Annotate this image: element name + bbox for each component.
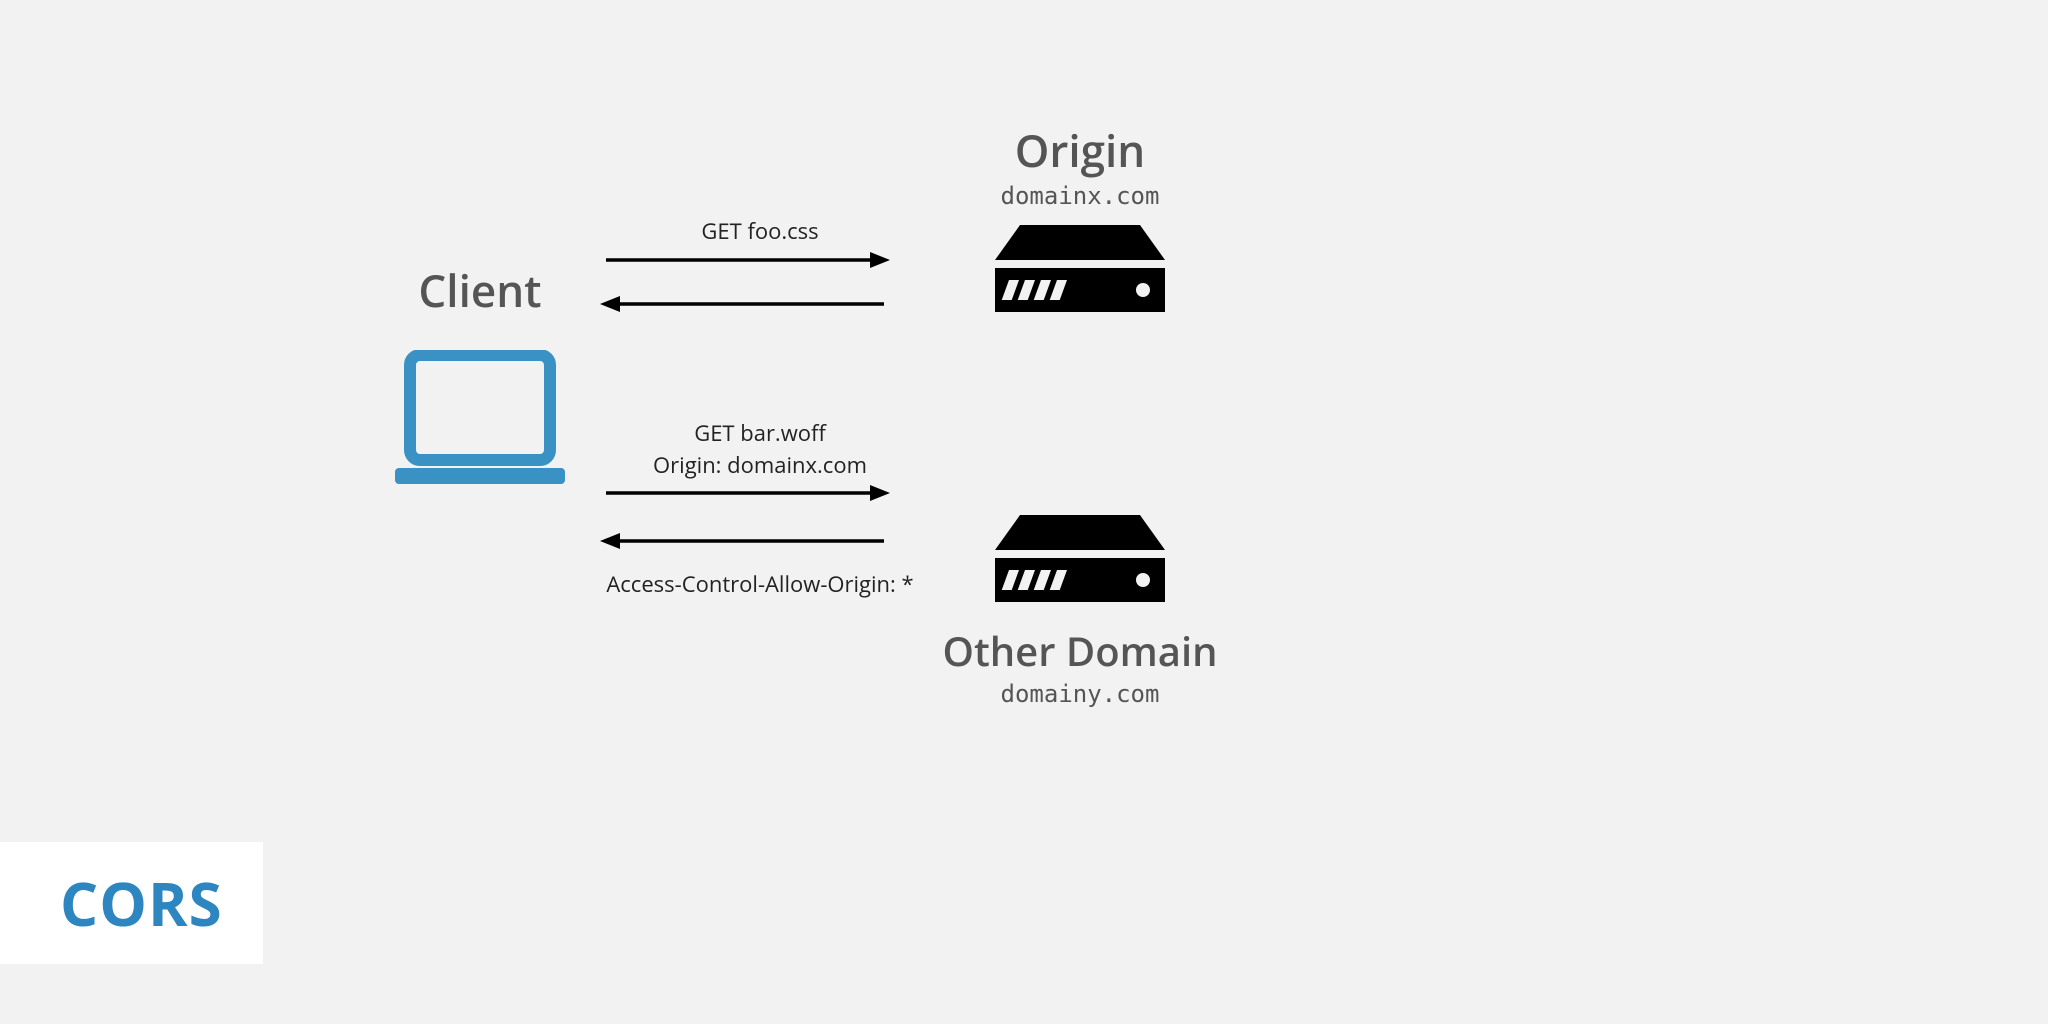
origin-subtitle: domainx.com [940, 182, 1220, 210]
arrow-left-icon [600, 294, 890, 314]
server-icon [985, 510, 1175, 610]
arrow-group-other: GET bar.woff Origin: domainx.com Access-… [600, 420, 920, 599]
response-label-bottom: Access-Control-Allow-Origin: * [600, 571, 920, 599]
client-label: Client [350, 260, 610, 320]
footer-label: CORS [60, 862, 223, 944]
request-label-bottom-line2: Origin: domainx.com [600, 452, 920, 480]
server-icon [985, 220, 1175, 320]
request-label-bottom-line1: GET bar.woff [600, 420, 920, 448]
client-block: Client [350, 260, 610, 490]
other-domain-subtitle: domainy.com [920, 680, 1240, 708]
footer-badge: CORS [0, 842, 263, 964]
origin-title: Origin [940, 120, 1220, 180]
request-label-top: GET foo.css [600, 218, 920, 246]
arrow-right-icon [600, 250, 890, 270]
laptop-icon [385, 350, 575, 490]
origin-block: Origin domainx.com [940, 120, 1220, 325]
arrow-left-icon [600, 531, 890, 551]
other-domain-block: Other Domain domainy.com [920, 510, 1240, 708]
other-domain-title: Other Domain [920, 623, 1240, 678]
arrow-right-icon [600, 483, 890, 503]
arrow-group-origin: GET foo.css [600, 218, 920, 328]
